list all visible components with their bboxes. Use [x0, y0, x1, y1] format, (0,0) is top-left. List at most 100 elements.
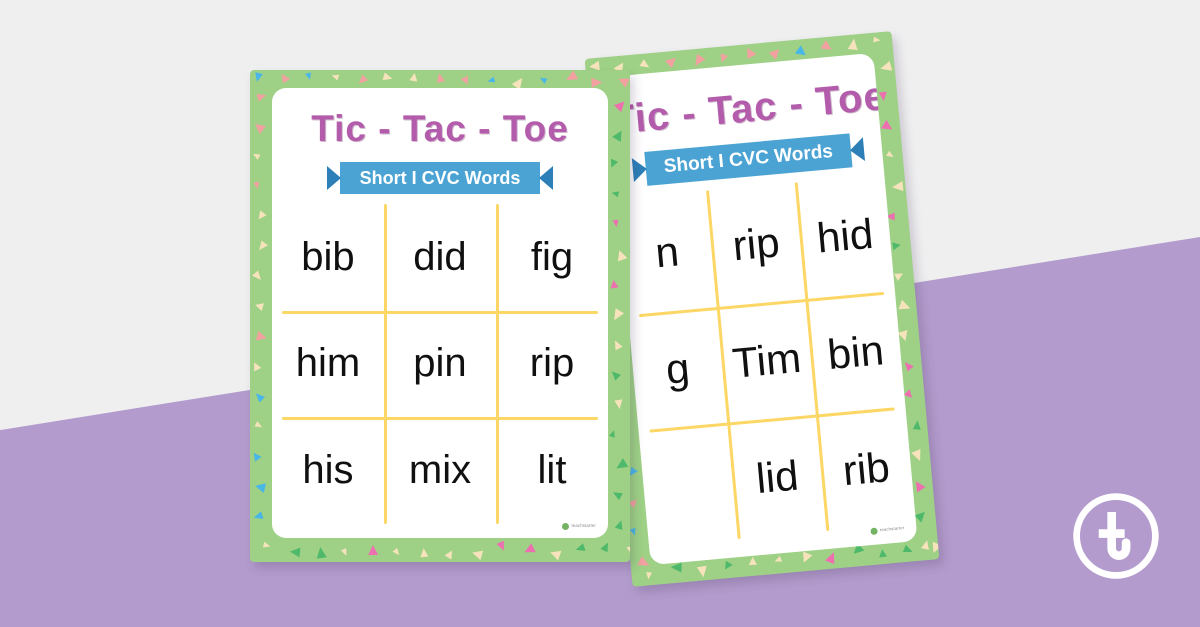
confetti-triangle-icon: [392, 548, 402, 558]
teach-starter-logo-icon[interactable]: [1068, 488, 1164, 584]
grid-cell[interactable]: fig: [496, 204, 608, 311]
confetti-triangle-icon: [898, 299, 913, 314]
confetti-triangle-icon: [250, 360, 262, 372]
grid-cell[interactable]: Tim: [717, 299, 817, 423]
confetti-triangle-icon: [670, 561, 682, 573]
confetti-triangle-icon: [721, 560, 733, 572]
confetti-triangle-icon: [591, 76, 603, 88]
confetti-triangle-icon: [574, 543, 586, 555]
grid-line-vertical: [495, 204, 499, 524]
confetti-triangle-icon: [409, 72, 419, 82]
confetti-triangle-icon: [496, 540, 508, 553]
confetti-triangle-icon: [768, 45, 783, 60]
poster-back[interactable]: Tic - Tac - Toe Short I CVC Words n rip …: [584, 31, 940, 587]
confetti-triangle-icon: [470, 548, 484, 561]
grid-cell[interactable]: rip: [706, 182, 806, 306]
grid-cell[interactable]: rib: [816, 407, 916, 531]
grid-cell[interactable]: him: [272, 311, 384, 418]
grid-cell[interactable]: n: [617, 191, 717, 315]
confetti-triangle-icon: [691, 53, 706, 69]
grid-cell[interactable]: rip: [496, 311, 608, 418]
confetti-triangle-icon: [891, 181, 904, 193]
confetti-triangle-icon: [315, 545, 327, 559]
grid-line-vertical: [383, 204, 387, 524]
confetti-triangle-icon: [637, 556, 652, 571]
confetti-triangle-icon: [614, 248, 628, 262]
confetti-triangle-icon: [255, 330, 268, 344]
ribbon-tail-left-icon: [326, 166, 341, 190]
grid-line-horizontal: [282, 310, 598, 314]
confetti-triangle-icon: [251, 270, 264, 283]
poster-front[interactable]: Tic - Tac - Toe Short I CVC Words bib di…: [250, 70, 630, 562]
grid-cell[interactable]: lit: [496, 417, 608, 524]
confetti-triangle-icon: [881, 119, 896, 134]
confetti-triangle-icon: [600, 540, 612, 552]
grid-cell[interactable]: bib: [272, 204, 384, 311]
poster-front-ribbon: Short I CVC Words: [276, 162, 604, 194]
confetti-triangle-icon: [253, 71, 263, 83]
confetti-triangle-icon: [608, 429, 617, 438]
confetti-triangle-icon: [928, 541, 940, 555]
confetti-triangle-icon: [367, 544, 379, 556]
confetti-triangle-icon: [609, 308, 624, 323]
confetti-triangle-icon: [305, 72, 313, 81]
watermark-back: teachstarter: [870, 525, 905, 536]
confetti-triangle-icon: [892, 240, 902, 251]
grid-cell[interactable]: lid: [728, 415, 828, 539]
confetti-triangle-icon: [612, 128, 627, 142]
confetti-triangle-icon: [444, 548, 456, 560]
confetti-triangle-icon: [256, 91, 268, 102]
confetti-triangle-icon: [486, 76, 496, 85]
screenshot-canvas: Tic - Tac - Toe Short I CVC Words n rip …: [0, 0, 1200, 627]
confetti-triangle-icon: [914, 508, 929, 523]
confetti-triangle-icon: [616, 74, 630, 89]
confetti-triangle-icon: [538, 75, 548, 85]
tic-tac-toe-grid-front[interactable]: bib did fig him pin rip his mix lit: [272, 204, 608, 524]
poster-front-subtitle: Short I CVC Words: [339, 162, 541, 194]
watermark-dot-icon: [870, 527, 879, 536]
confetti-triangle-icon: [903, 389, 916, 401]
poster-back-subtitle: Short I CVC Words: [644, 133, 853, 186]
confetti-triangle-icon: [355, 74, 369, 87]
tic-tac-toe-grid-back[interactable]: n rip hid g Tim bin lid rib: [617, 174, 916, 547]
confetti-triangle-icon: [548, 547, 562, 561]
confetti-triangle-icon: [419, 547, 429, 558]
watermark-label: teachstarter: [571, 523, 596, 529]
confetti-triangle-icon: [748, 556, 757, 565]
grid-cell[interactable]: his: [272, 417, 384, 524]
confetti-triangle-icon: [435, 72, 445, 83]
watermark-dot-icon: [562, 523, 570, 530]
confetti-triangle-icon: [628, 496, 641, 509]
confetti-triangle-icon: [613, 399, 624, 410]
confetti-triangle-icon: [253, 390, 266, 403]
confetti-triangle-icon: [252, 511, 264, 522]
confetti-triangle-icon: [609, 279, 619, 289]
confetti-triangle-icon: [251, 151, 261, 160]
ribbon-tail-right-icon: [848, 137, 865, 163]
confetti-triangle-icon: [825, 549, 839, 564]
confetti-triangle-icon: [610, 488, 623, 501]
grid-cell[interactable]: g: [628, 307, 728, 431]
confetti-triangle-icon: [262, 542, 272, 550]
ribbon-tail-left-icon: [631, 156, 649, 183]
confetti-triangle-icon: [626, 541, 630, 554]
confetti-triangle-icon: [253, 481, 266, 493]
grid-cell[interactable]: bin: [806, 291, 906, 415]
grid-line-horizontal: [282, 417, 598, 421]
grid-cell[interactable]: mix: [384, 417, 496, 524]
confetti-triangle-icon: [901, 359, 914, 372]
confetti-triangle-icon: [340, 548, 350, 557]
confetti-triangle-icon: [253, 181, 261, 190]
confetti-triangle-icon: [614, 97, 629, 113]
ribbon-tail-right-icon: [539, 166, 554, 190]
confetti-triangle-icon: [607, 158, 619, 170]
poster-back-card: Tic - Tac - Toe Short I CVC Words n rip …: [606, 52, 918, 566]
grid-cell[interactable]: pin: [384, 311, 496, 418]
confetti-triangle-icon: [460, 75, 472, 87]
grid-cell[interactable]: hid: [795, 174, 895, 298]
grid-cell[interactable]: did: [384, 204, 496, 311]
confetti-triangle-icon: [382, 72, 394, 83]
confetti-triangle-icon: [645, 572, 653, 580]
confetti-triangle-icon: [253, 301, 264, 311]
grid-cell[interactable]: [639, 423, 739, 547]
